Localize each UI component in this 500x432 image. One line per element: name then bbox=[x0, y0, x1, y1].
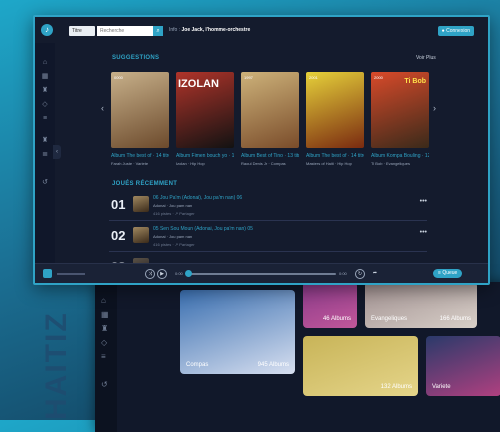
album-cover[interactable]: IZOLAN bbox=[176, 72, 234, 148]
trophy-icon[interactable]: ♜ bbox=[41, 87, 49, 95]
connect-button[interactable]: ● Connexion bbox=[437, 26, 474, 36]
see-more-link[interactable]: Voir Plus bbox=[416, 55, 436, 61]
section-title-recent: JOUÉS RÉCEMMENT bbox=[112, 181, 178, 187]
album-card[interactable]: 1997 Album Best of Tino · 13 titres Raou… bbox=[241, 72, 299, 166]
app-logo-icon[interactable]: ♪ bbox=[41, 24, 53, 36]
playlist-add-icon[interactable]: ≣ bbox=[41, 151, 49, 159]
track-row[interactable]: 01 06 Jou Pa'm (Adonai), Jou pa'm nan) 0… bbox=[109, 192, 427, 221]
search-input[interactable] bbox=[97, 26, 153, 36]
track-thumbnail[interactable] bbox=[133, 196, 149, 212]
search-type-select[interactable]: Titre bbox=[69, 26, 95, 36]
background-sidebar: ⌂ ▦ ♜ ◇ ≡ ↺ bbox=[95, 282, 117, 432]
genre-card[interactable]: Variete bbox=[426, 336, 500, 396]
album-card[interactable]: 2001 Album The best of · 14 titres Maste… bbox=[306, 72, 364, 166]
sidebar: ⌂ ▦ ♜ ◇ ≡ ♜ ≣ ↺ bbox=[35, 43, 55, 263]
carousel-next-icon[interactable]: › bbox=[433, 103, 436, 113]
sidebar-toggle-icon[interactable]: ‹ bbox=[53, 145, 61, 159]
trophy-icon[interactable]: ♜ bbox=[101, 325, 111, 333]
gem-icon[interactable]: ◇ bbox=[41, 101, 49, 109]
album-card[interactable]: 2000 Ti Bob Album Kompa Bouling · 12 tit… bbox=[371, 72, 429, 166]
info-ticker: Info : Joe Jack, l'homme-orchestre bbox=[169, 27, 251, 33]
brand-watermark: HAITIZ bbox=[40, 311, 73, 420]
trophy-icon[interactable]: ♜ bbox=[41, 137, 49, 145]
user-icon: ● bbox=[441, 28, 445, 34]
home-icon[interactable]: ⌂ bbox=[101, 297, 111, 305]
genre-card[interactable]: Evangeliques 166 Albums bbox=[365, 282, 477, 328]
gem-icon[interactable]: ◇ bbox=[101, 339, 111, 347]
album-cover[interactable]: 2001 bbox=[306, 72, 364, 148]
album-card[interactable]: 0000 Album The best of · 14 titres Farah… bbox=[111, 72, 169, 166]
background-window: ⌂ ▦ ♜ ◇ ≡ ↺ Compas 945 Albums 46 Albums … bbox=[95, 282, 500, 432]
playlist-icon[interactable]: ≡ bbox=[41, 115, 49, 123]
player-bar: ⤨ ▶ 0:00 0:00 ↻ ➦ ≡ Queue bbox=[35, 263, 488, 283]
main-window: ♪ Titre ⌕ Info : Joe Jack, l'homme-orche… bbox=[33, 15, 490, 285]
progress-handle[interactable] bbox=[185, 270, 192, 277]
history-icon[interactable]: ↺ bbox=[101, 381, 111, 389]
more-options-icon[interactable]: ••• bbox=[420, 229, 427, 236]
home-icon[interactable]: ⌂ bbox=[41, 59, 49, 67]
genre-card[interactable]: 46 Albums bbox=[303, 282, 357, 328]
repeat-icon[interactable]: ↻ bbox=[355, 269, 365, 279]
top-bar: ♪ Titre ⌕ Info : Joe Jack, l'homme-orche… bbox=[35, 17, 488, 43]
share-icon[interactable]: ➦ bbox=[371, 269, 379, 277]
track-thumbnail[interactable] bbox=[133, 227, 149, 243]
genre-card[interactable]: Compas 945 Albums bbox=[180, 290, 295, 374]
album-card[interactable]: IZOLAN Album Fimen bouch yo · 10 titres … bbox=[176, 72, 234, 166]
play-icon[interactable]: ▶ bbox=[157, 269, 167, 279]
album-cover[interactable]: 1997 bbox=[241, 72, 299, 148]
queue-icon: ≡ bbox=[438, 270, 441, 276]
now-playing-cover[interactable] bbox=[43, 269, 52, 278]
genre-card[interactable]: 132 Albums bbox=[303, 336, 418, 396]
more-options-icon[interactable]: ••• bbox=[420, 198, 427, 205]
grid-icon[interactable]: ▦ bbox=[101, 311, 111, 319]
section-title-suggestions: SUGGESTIONS bbox=[112, 55, 160, 61]
shuffle-icon[interactable]: ⤨ bbox=[145, 269, 155, 279]
album-cover[interactable]: 0000 bbox=[111, 72, 169, 148]
progress-bar[interactable] bbox=[188, 273, 336, 275]
volume-slider[interactable] bbox=[57, 273, 85, 275]
playlist-icon[interactable]: ≡ bbox=[101, 353, 111, 361]
track-row[interactable]: 02 05 Sen Sou Moun (Adonai, Jou pa'm nan… bbox=[109, 223, 427, 252]
history-icon[interactable]: ↺ bbox=[41, 179, 49, 187]
carousel-prev-icon[interactable]: ‹ bbox=[101, 103, 104, 113]
queue-button[interactable]: ≡ Queue bbox=[433, 269, 463, 278]
album-cover[interactable]: 2000 Ti Bob bbox=[371, 72, 429, 148]
grid-icon[interactable]: ▦ bbox=[41, 73, 49, 81]
search-icon[interactable]: ⌕ bbox=[153, 26, 163, 36]
